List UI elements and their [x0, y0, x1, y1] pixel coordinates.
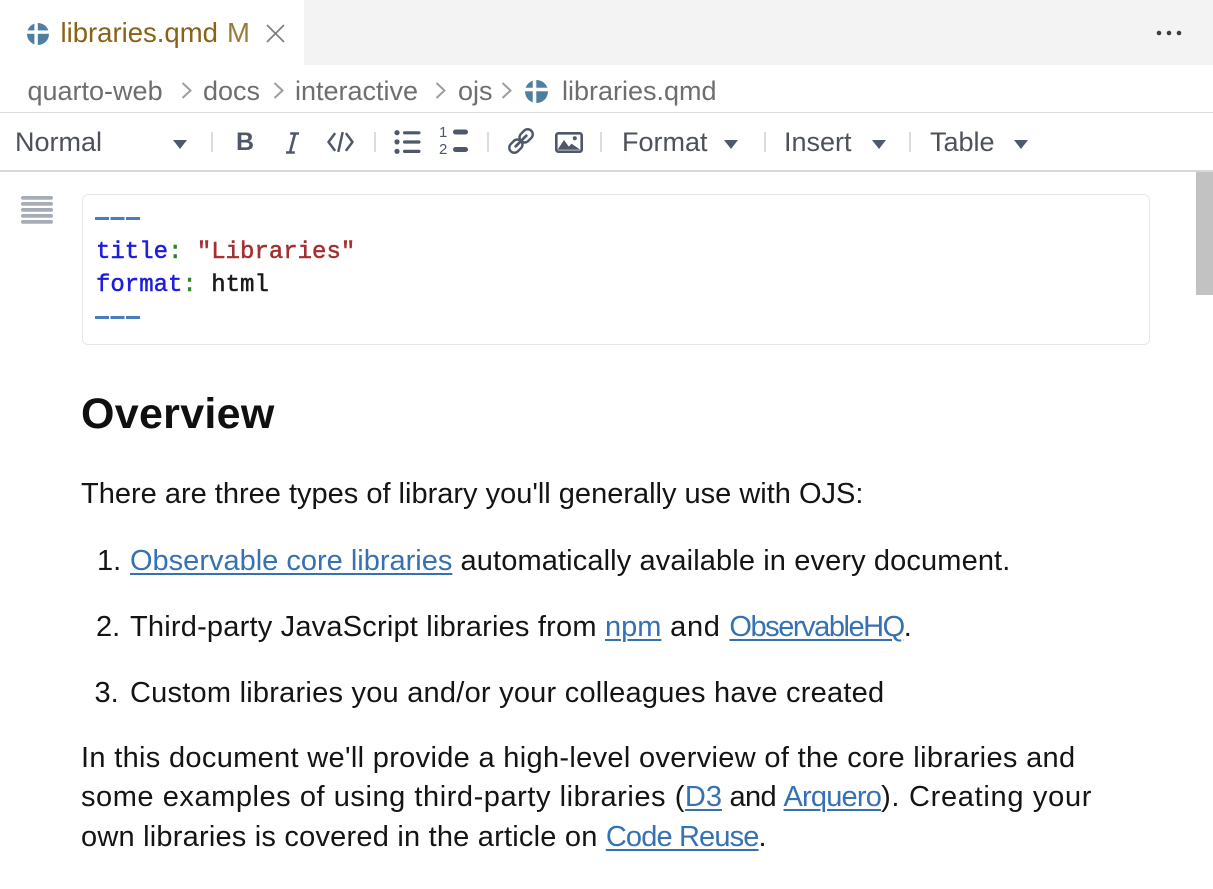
svg-text:1: 1	[439, 126, 447, 141]
svg-text:2: 2	[439, 141, 447, 155]
